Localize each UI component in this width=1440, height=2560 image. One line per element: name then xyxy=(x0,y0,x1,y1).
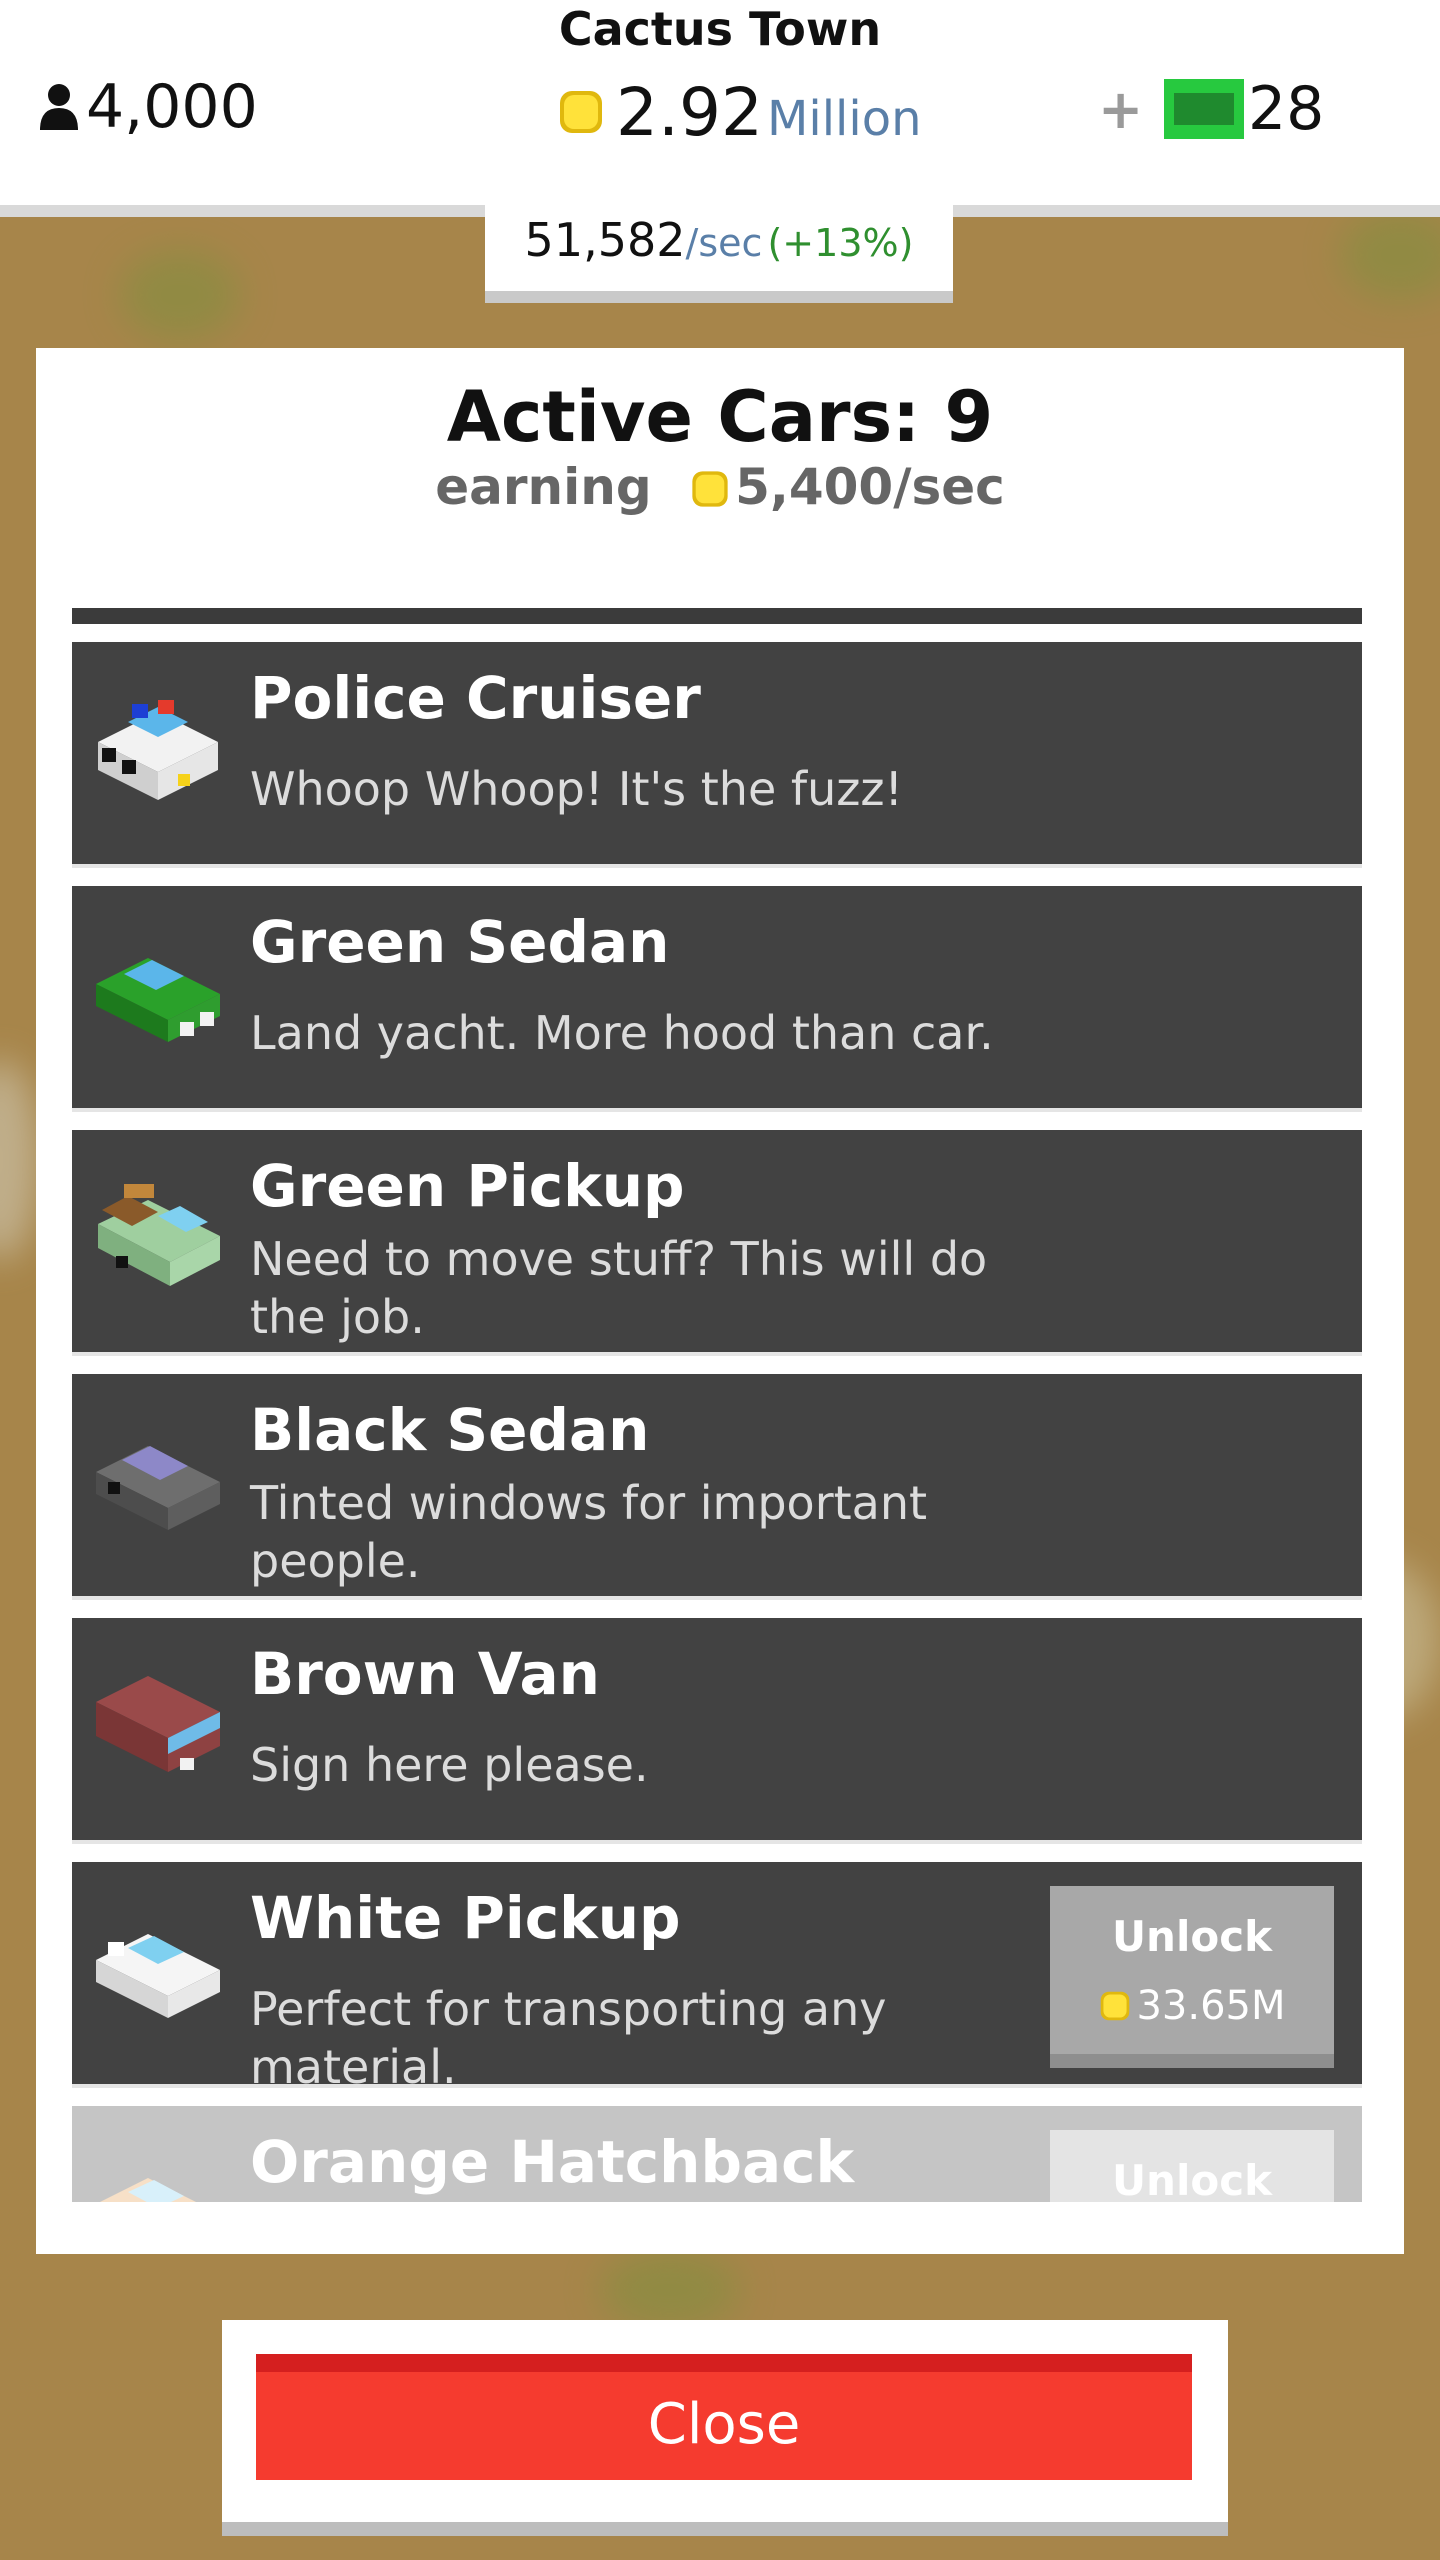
cash-value: 28 xyxy=(1248,74,1325,144)
car-name: Brown Van xyxy=(250,1640,600,1708)
green-pickup-icon xyxy=(98,1184,220,1286)
rate-value: 51,582 xyxy=(524,213,686,267)
terrain-blob xyxy=(600,2250,740,2330)
earning-rate: earning 5,400/sec xyxy=(36,458,1404,516)
black-sedan-icon xyxy=(96,1446,220,1530)
car-item-white-pickup[interactable]: White Pickup Perfect for transporting an… xyxy=(72,1862,1362,2094)
town-name: Cactus Town xyxy=(558,2,882,56)
person-icon xyxy=(40,84,78,130)
car-name: Green Sedan xyxy=(250,908,670,976)
car-description: Whoop Whoop! It's the fuzz! xyxy=(250,762,903,816)
rate-unit: /sec xyxy=(685,221,763,265)
orange-hatchback-icon xyxy=(100,2178,196,2202)
unlock-cost: 33.65M xyxy=(1050,1983,1334,2029)
brown-van-icon xyxy=(96,1676,220,1772)
money-unit: Million xyxy=(766,91,922,147)
active-cars-panel: Active Cars: 9 earning 5,400/sec Police … xyxy=(36,348,1404,2254)
close-button[interactable]: Close xyxy=(256,2354,1192,2480)
car-name: Orange Hatchback xyxy=(250,2128,855,2196)
add-cash-button[interactable]: + xyxy=(1098,78,1143,141)
car-list[interactable]: Police Cruiser Whoop Whoop! It's the fuz… xyxy=(72,608,1362,2202)
top-hud: Cactus Town 4,000 2.92 Million + 28 xyxy=(0,0,1440,217)
unlock-cost-value: 33.65M xyxy=(1136,1983,1286,2029)
unlock-label: Unlock xyxy=(1111,2156,1273,2202)
coin-icon xyxy=(560,91,602,133)
green-sedan-icon xyxy=(96,958,220,1042)
list-top-divider xyxy=(72,608,1362,624)
cash-counter[interactable]: 28 xyxy=(1164,74,1324,144)
car-item-brown-van[interactable]: Brown Van Sign here please. xyxy=(72,1618,1362,1844)
population-value: 4,000 xyxy=(86,72,258,142)
car-item-green-sedan[interactable]: Green Sedan Land yacht. More hood than c… xyxy=(72,886,1362,1112)
car-description: Sign here please. xyxy=(250,1738,649,1792)
car-name: White Pickup xyxy=(250,1884,681,1952)
car-description: Tinted windows for important people. xyxy=(250,1476,928,1588)
unlock-label: Unlock xyxy=(1111,1912,1273,1961)
car-name: Police Cruiser xyxy=(250,664,701,732)
car-item-black-sedan[interactable]: Black Sedan Tinted windows for important… xyxy=(72,1374,1362,1600)
terrain-blob xyxy=(0,1060,40,1260)
coin-icon xyxy=(1101,1991,1130,2021)
income-rate: 51,582/sec (+13%) xyxy=(485,205,953,303)
car-name: Green Pickup xyxy=(250,1152,685,1220)
money-counter: 2.92 Million xyxy=(556,72,922,152)
close-button-frame: Close xyxy=(222,2320,1228,2536)
terrain-blob xyxy=(1340,210,1440,300)
rate-bonus: (+13%) xyxy=(767,221,914,265)
police-cruiser-icon xyxy=(98,700,218,800)
earning-label: earning xyxy=(435,458,652,516)
car-description: Land yacht. More hood than car. xyxy=(250,1006,994,1060)
car-name: Black Sedan xyxy=(250,1396,650,1464)
car-item-orange-hatchback[interactable]: Orange Hatchback Unlock xyxy=(72,2106,1362,2202)
car-description: Need to move stuff? This will do the job… xyxy=(250,1232,988,1344)
money-value: 2.92 xyxy=(616,73,763,151)
car-item-green-pickup[interactable]: Green Pickup Need to move stuff? This wi… xyxy=(72,1130,1362,1356)
unlock-button[interactable]: Unlock xyxy=(1050,2130,1334,2202)
earning-value: 5,400/sec xyxy=(735,458,1005,516)
population-counter: 4,000 xyxy=(38,72,258,142)
car-item-police-cruiser[interactable]: Police Cruiser Whoop Whoop! It's the fuz… xyxy=(72,642,1362,868)
terrain-blob xyxy=(120,250,240,340)
car-description: Perfect for transporting any material. xyxy=(250,1982,887,2094)
coin-icon xyxy=(692,471,728,507)
white-pickup-icon xyxy=(96,1934,220,2018)
panel-title: Active Cars: 9 xyxy=(446,376,994,458)
cash-bill-icon xyxy=(1164,79,1244,139)
unlock-button[interactable]: Unlock 33.65M xyxy=(1050,1886,1334,2068)
